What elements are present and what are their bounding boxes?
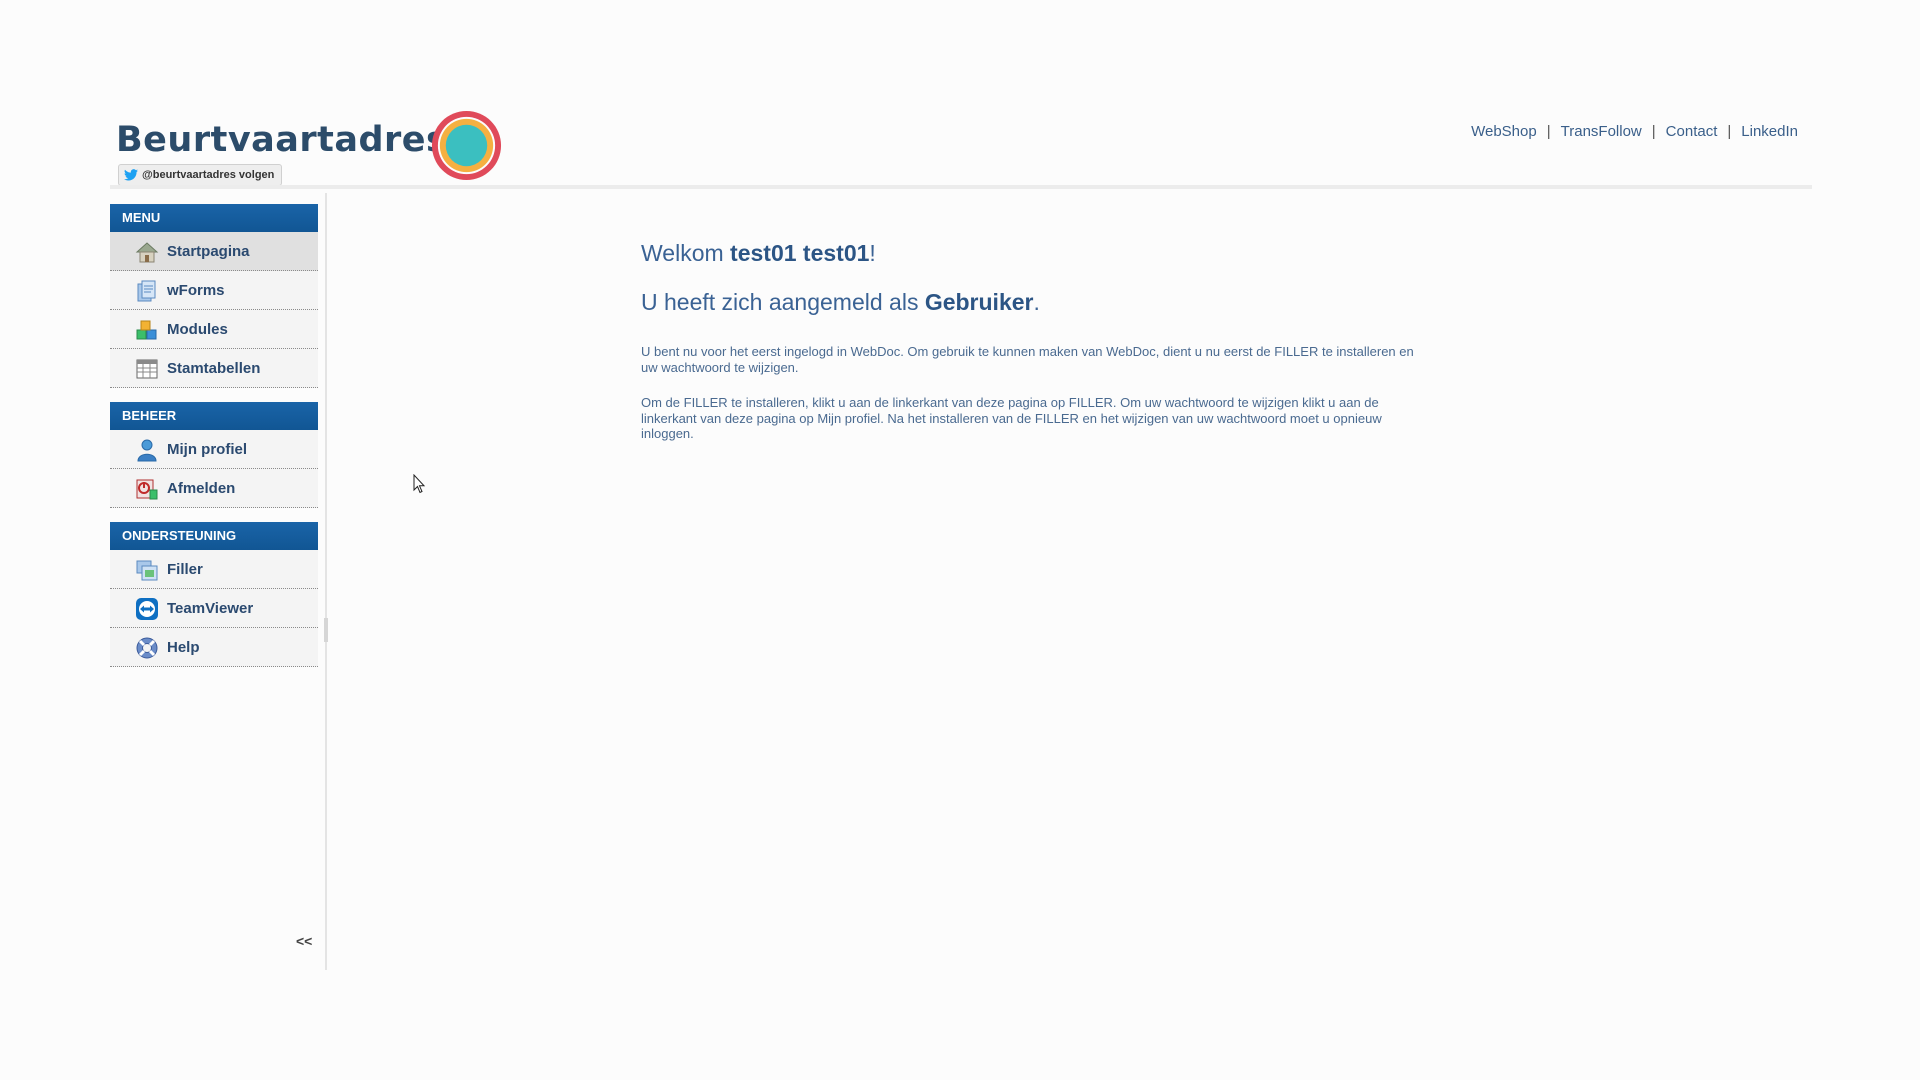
- sidebar-item-label: Filler: [167, 560, 203, 578]
- link-webshop[interactable]: WebShop: [1471, 123, 1537, 140]
- role-prefix: U heeft zich aangemeld als: [641, 289, 925, 315]
- twitter-follow-label: @beurtvaartadres volgen: [142, 169, 275, 181]
- sidebar-item-label: Help: [167, 638, 200, 656]
- instructions-paragraph: Om de FILLER te installeren, klikt u aan…: [641, 395, 1382, 441]
- logo-ring-icon: [431, 110, 502, 181]
- sidebar: MENU Startpagina wForms Modules Stamtabe…: [110, 204, 318, 681]
- link-linkedin[interactable]: LinkedIn: [1741, 123, 1798, 140]
- sidebar-item-filler[interactable]: Filler: [110, 550, 318, 589]
- sidebar-item-label: Stamtabellen: [167, 359, 261, 377]
- sidebar-item-teamviewer[interactable]: TeamViewer: [110, 589, 318, 628]
- twitter-bird-icon: [124, 169, 138, 181]
- sidebar-item-label: Startpagina: [167, 242, 250, 260]
- intro-paragraph: U bent nu voor het eerst ingelogd in Web…: [641, 344, 1414, 375]
- table-icon: [136, 359, 158, 379]
- sidebar-section-menu: MENU Startpagina wForms Modules Stamtabe…: [110, 204, 318, 388]
- logo-text[interactable]: Beurtvaartadres: [116, 120, 447, 160]
- header-divider: [110, 185, 1812, 189]
- sidebar-item-label: Mijn profiel: [167, 440, 247, 458]
- link-separator: |: [1651, 123, 1656, 140]
- sidebar-collapse-button[interactable]: <<: [296, 933, 312, 949]
- welcome-prefix: Welkom: [641, 240, 731, 266]
- sidebar-section-ondersteuning: ONDERSTEUNING Filler TeamViewer Help: [110, 522, 318, 667]
- sidebar-resize-handle[interactable]: [324, 618, 328, 642]
- sidebar-section-beheer: BEHEER Mijn profiel Afmelden: [110, 402, 318, 508]
- sidebar-item-mijn-profiel[interactable]: Mijn profiel: [110, 430, 318, 469]
- form-document-icon: [137, 280, 156, 302]
- logout-icon: [136, 479, 158, 500]
- link-contact[interactable]: Contact: [1666, 123, 1718, 140]
- role-name: Gebruiker: [924, 289, 1034, 315]
- sidebar-item-label: wForms: [167, 281, 225, 299]
- sidebar-item-modules[interactable]: Modules: [110, 310, 318, 349]
- mouse-cursor-icon: [413, 474, 426, 494]
- role-heading: U heeft zich aangemeld als Gebruiker.: [641, 289, 1431, 316]
- section-title-ondersteuning: ONDERSTEUNING: [110, 522, 318, 550]
- sidebar-item-label: Modules: [167, 320, 228, 338]
- user-profile-icon: [137, 439, 157, 462]
- sidebar-item-label: TeamViewer: [167, 599, 254, 617]
- sidebar-divider: [325, 193, 327, 970]
- section-title-menu: MENU: [110, 204, 318, 232]
- welcome-suffix: !: [869, 240, 876, 266]
- sidebar-item-label: Afmelden: [167, 479, 236, 497]
- header: Beurtvaartadres @beurtvaartadres volgen …: [110, 105, 1812, 190]
- link-separator: |: [1546, 123, 1551, 140]
- page: Beurtvaartadres @beurtvaartadres volgen …: [0, 0, 1920, 1080]
- home-icon: [135, 242, 159, 263]
- sidebar-item-startpagina[interactable]: Startpagina: [110, 232, 318, 271]
- section-title-beheer: BEHEER: [110, 402, 318, 430]
- welcome-user-name: test01 test01: [730, 240, 870, 266]
- sidebar-item-wforms[interactable]: wForms: [110, 271, 318, 310]
- help-lifebuoy-icon: [136, 637, 158, 659]
- sidebar-item-afmelden[interactable]: Afmelden: [110, 469, 318, 508]
- main-content: Welkom test01 test01! U heeft zich aange…: [641, 240, 1431, 442]
- modules-blocks-icon: [136, 320, 157, 340]
- link-transfollow[interactable]: TransFollow: [1561, 123, 1642, 140]
- sidebar-item-help[interactable]: Help: [110, 628, 318, 667]
- link-separator: |: [1727, 123, 1732, 140]
- twitter-follow-button[interactable]: @beurtvaartadres volgen: [118, 164, 282, 186]
- filler-windows-icon: [136, 560, 158, 581]
- top-links: WebShop | TransFollow | Contact | Linked…: [1471, 123, 1798, 140]
- teamviewer-icon: [136, 598, 158, 620]
- sidebar-item-stamtabellen[interactable]: Stamtabellen: [110, 349, 318, 388]
- welcome-heading: Welkom test01 test01!: [641, 240, 1431, 267]
- role-suffix: .: [1033, 289, 1040, 315]
